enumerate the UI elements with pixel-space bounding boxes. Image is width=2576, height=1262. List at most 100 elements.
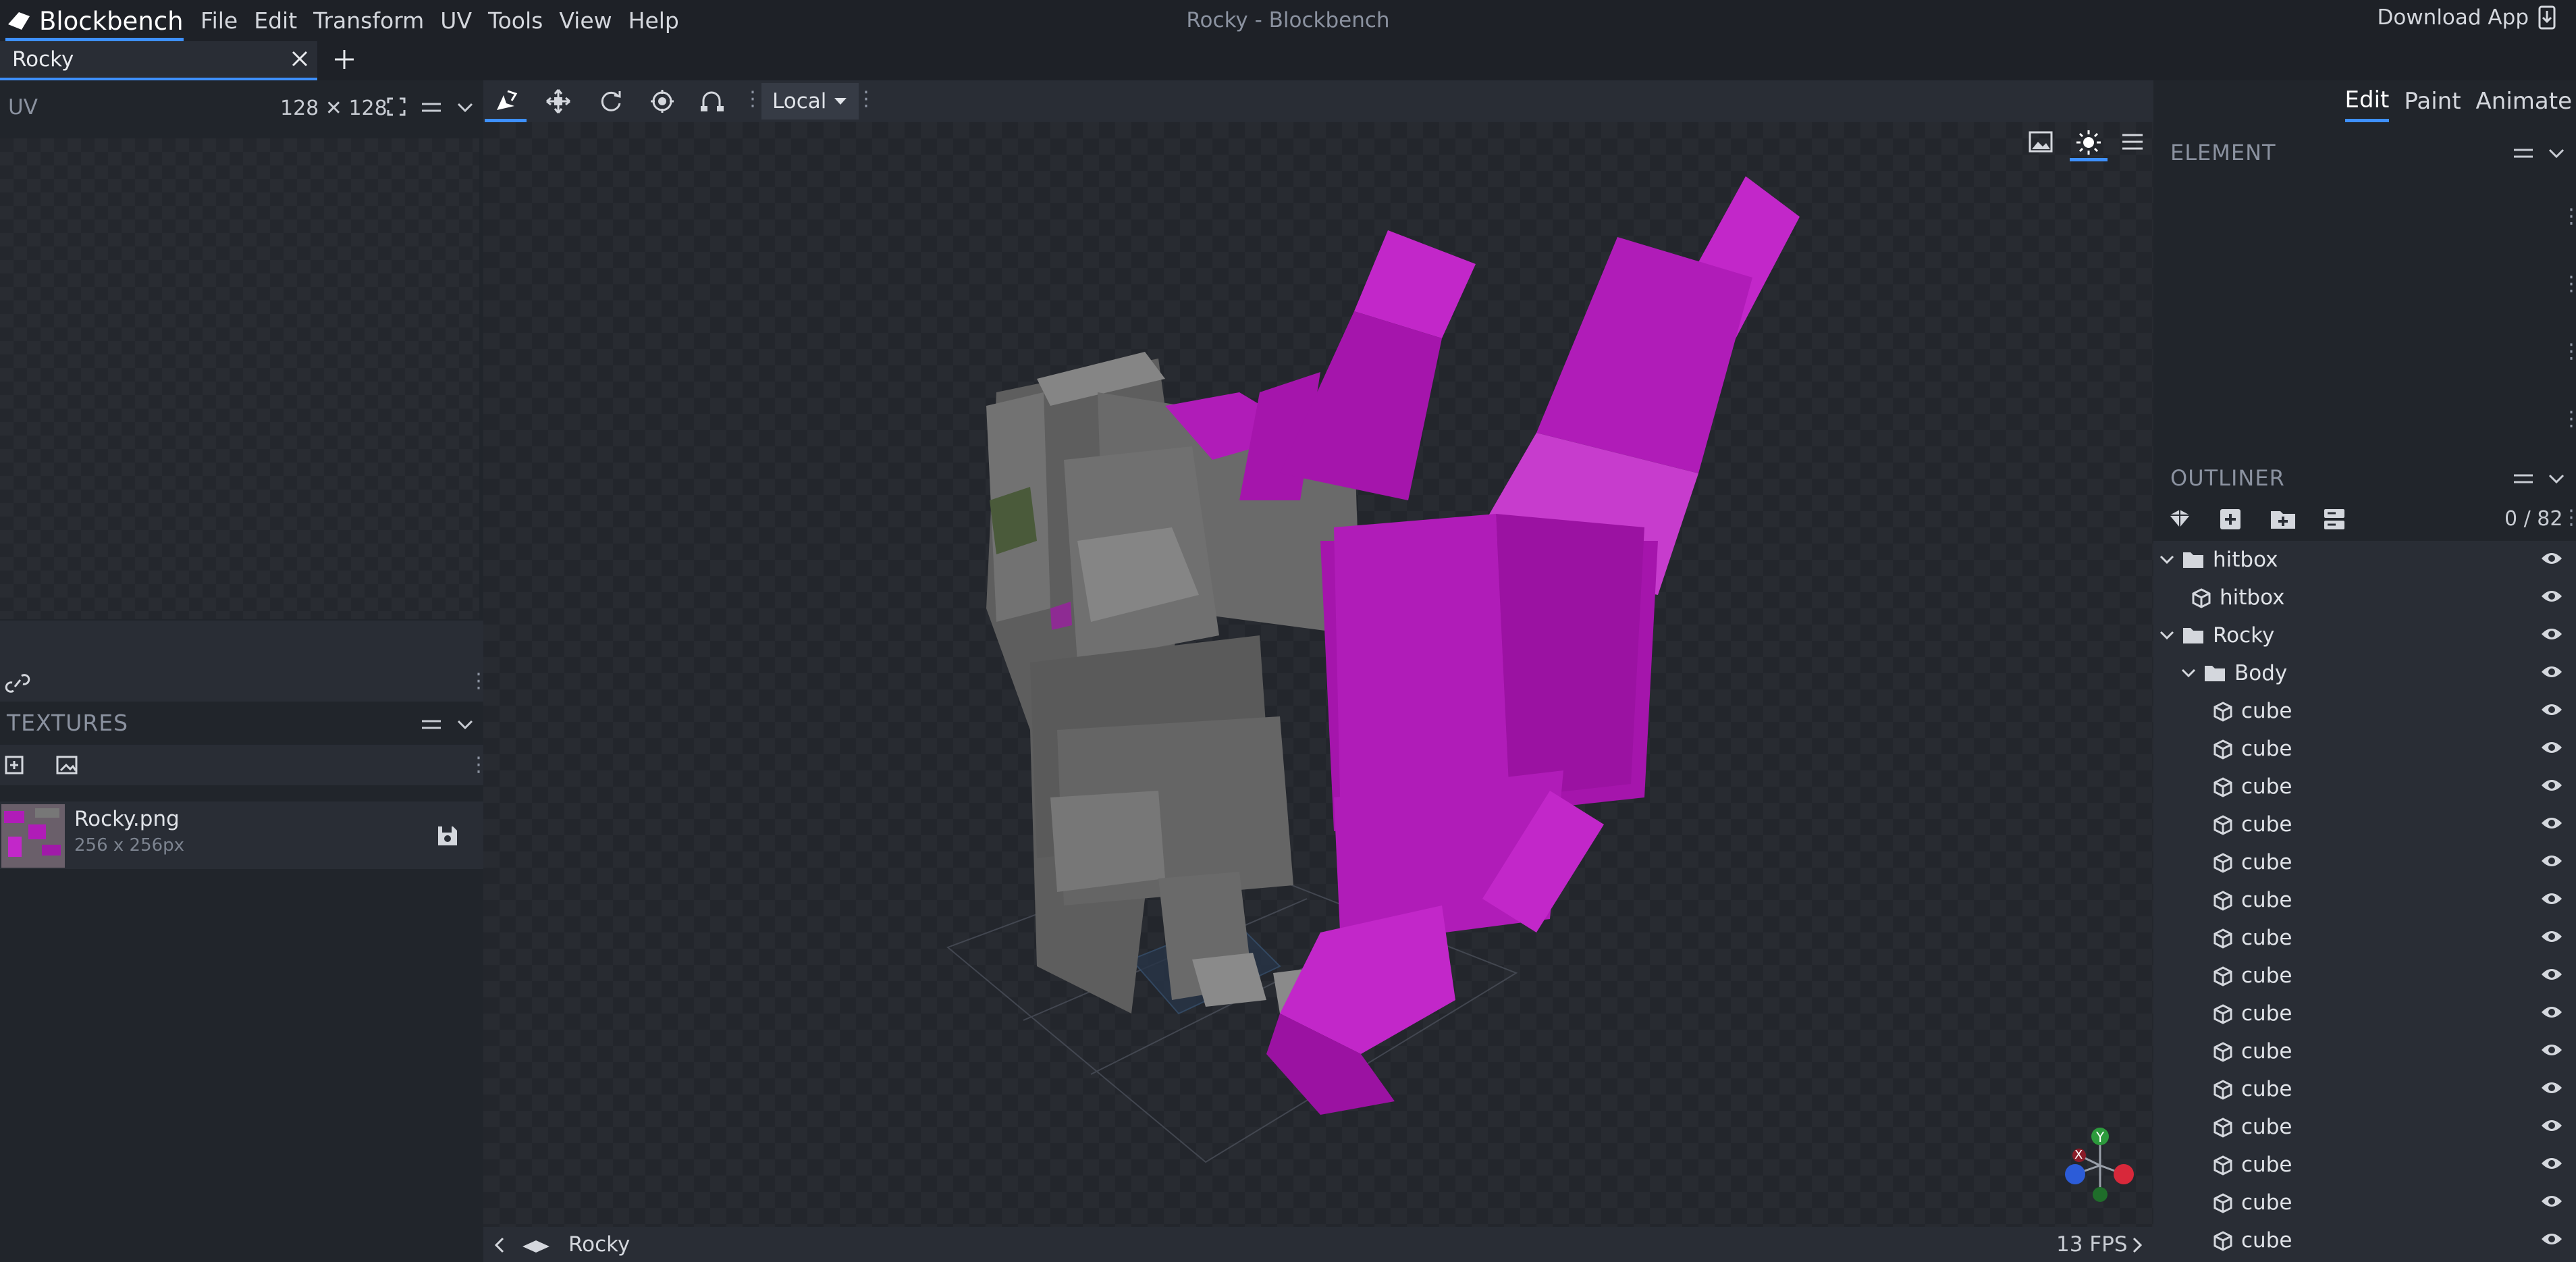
pivot-tool-icon[interactable] (649, 88, 675, 114)
axis-x-label: X (2074, 1148, 2083, 1162)
outliner-row-label: Body (2234, 661, 2288, 685)
chevron-down-icon[interactable] (2159, 630, 2175, 641)
more-icon[interactable]: ⋮ (743, 87, 763, 111)
collapse-groups-icon[interactable] (2322, 507, 2346, 531)
visibility-eye-icon[interactable] (2540, 1080, 2563, 1096)
window-title: Rocky - Blockbench (1186, 8, 1390, 32)
more-icon[interactable]: ⋮ (856, 87, 876, 111)
add-cube-icon[interactable] (2218, 507, 2243, 531)
background-image-icon[interactable] (2028, 130, 2054, 153)
visibility-eye-icon[interactable] (2540, 815, 2563, 831)
lighting-toggle[interactable] (2070, 125, 2108, 161)
outliner-cube-row[interactable]: cube (2153, 1221, 2572, 1259)
visibility-eye-icon[interactable] (2540, 1155, 2563, 1172)
create-texture-icon[interactable] (55, 753, 80, 777)
visibility-eye-icon[interactable] (2540, 739, 2563, 756)
chevron-right-icon[interactable] (2130, 1236, 2144, 1254)
move-tool-button[interactable] (485, 80, 527, 122)
outliner-group-row[interactable]: Rocky (2153, 616, 2572, 654)
visibility-eye-icon[interactable] (2540, 1231, 2563, 1247)
visibility-eye-icon[interactable] (2540, 702, 2563, 718)
chevron-down-icon[interactable] (2180, 668, 2197, 679)
menu-icon[interactable] (421, 99, 442, 115)
menu-icon[interactable] (2513, 145, 2534, 161)
visibility-eye-icon[interactable] (2540, 550, 2563, 567)
outliner-row-label: cube (2241, 888, 2292, 912)
visibility-eye-icon[interactable] (2540, 1042, 2563, 1058)
more-icon[interactable]: ⋮ (2561, 506, 2576, 529)
visibility-eye-icon[interactable] (2540, 626, 2563, 642)
vertex-snap-icon[interactable] (699, 88, 728, 114)
visibility-eye-icon[interactable] (2540, 664, 2563, 680)
visibility-eye-icon[interactable] (2540, 928, 2563, 945)
more-icon[interactable]: ⋮ (2561, 407, 2576, 431)
chevron-down-icon[interactable] (2548, 472, 2565, 485)
visibility-eye-icon[interactable] (2540, 853, 2563, 869)
chevron-down-icon[interactable] (2548, 147, 2565, 160)
outliner-cube-row[interactable]: cube (2153, 768, 2572, 806)
transform-space-value: Local (772, 89, 827, 113)
fullscreen-icon[interactable] (386, 97, 406, 117)
outliner-cube-row[interactable]: cube (2153, 692, 2572, 730)
outliner-cube-row[interactable]: cube (2153, 1184, 2572, 1221)
texture-item[interactable]: Rocky.png 256 x 256px (0, 801, 483, 869)
outliner-group-row[interactable]: hitbox (2153, 541, 2572, 579)
visibility-eye-icon[interactable] (2540, 1118, 2563, 1134)
chevron-down-icon[interactable] (456, 101, 474, 114)
menu-icon[interactable] (421, 716, 442, 733)
import-texture-icon[interactable] (4, 753, 28, 777)
outliner-cube-row[interactable]: cube (2153, 957, 2572, 995)
rotate-tool-icon[interactable] (598, 88, 624, 114)
uv-panel-header: UV 128 ✕ 128 (0, 80, 483, 137)
visibility-eye-icon[interactable] (2540, 1004, 2563, 1020)
outliner-cube-row[interactable]: cube (2153, 806, 2572, 843)
visibility-eye-icon[interactable] (2540, 1193, 2563, 1209)
viewport-toolbar: ⋮ Local ⋮ (483, 80, 2153, 122)
outliner-cube-row[interactable]: cube (2153, 1108, 2572, 1146)
add-mesh-icon[interactable] (2167, 507, 2193, 530)
texture-size: 256 x 256px (74, 835, 185, 856)
close-icon[interactable] (289, 48, 311, 70)
tab-bar: Rocky (0, 41, 2576, 80)
3d-viewport[interactable]: Y X (483, 122, 2153, 1227)
hamburger-menu-icon[interactable] (2121, 132, 2144, 152)
add-group-icon[interactable] (2270, 507, 2297, 530)
chevron-left-icon[interactable] (493, 1236, 506, 1254)
cube-icon (2213, 1155, 2232, 1176)
outliner-cube-row[interactable]: cube (2153, 881, 2572, 919)
visibility-eye-icon[interactable] (2540, 966, 2563, 982)
menu-icon[interactable] (2513, 471, 2534, 487)
uv-size-readout[interactable]: 128 ✕ 128 (280, 97, 387, 120)
outliner-cube-row[interactable]: cube (2153, 730, 2572, 768)
outliner-row-label: Rocky (2213, 623, 2275, 648)
visibility-eye-icon[interactable] (2540, 891, 2563, 907)
outliner-cube-row[interactable]: cube (2153, 843, 2572, 881)
visibility-eye-icon[interactable] (2540, 588, 2563, 604)
save-icon[interactable] (436, 824, 459, 847)
link-icon[interactable] (4, 672, 31, 695)
uv-editor-canvas[interactable] (0, 138, 479, 619)
outliner-cube-row[interactable]: cube (2153, 1146, 2572, 1184)
outliner-cube-row[interactable]: hitbox (2153, 579, 2572, 616)
visibility-eye-icon[interactable] (2540, 777, 2563, 793)
more-icon[interactable]: ⋮ (2561, 340, 2576, 363)
outliner-cube-row[interactable]: cube (2153, 995, 2572, 1032)
mode-edit[interactable]: Edit (2344, 80, 2390, 122)
outliner-group-row[interactable]: Body (2153, 654, 2572, 692)
tab-rocky[interactable]: Rocky (0, 41, 317, 80)
outliner-cube-row[interactable]: cube (2153, 1070, 2572, 1108)
cube-icon (2192, 588, 2211, 608)
more-icon[interactable]: ⋮ (2561, 205, 2576, 228)
element-panel-title: ELEMENT (2170, 140, 2276, 165)
outliner-cube-row[interactable]: cube (2153, 919, 2572, 957)
mode-paint[interactable]: Paint (2404, 80, 2461, 122)
download-app-button[interactable]: Download App (2377, 5, 2556, 30)
more-icon[interactable]: ⋮ (2561, 272, 2576, 296)
add-tab-icon[interactable] (332, 47, 356, 72)
chevron-down-icon[interactable] (456, 718, 474, 731)
transform-space-select[interactable]: Local (761, 83, 859, 120)
resize-tool-icon[interactable] (545, 88, 571, 114)
outliner-cube-row[interactable]: cube (2153, 1032, 2572, 1070)
mode-animate[interactable]: Animate (2476, 80, 2572, 122)
chevron-down-icon[interactable] (2159, 554, 2175, 565)
